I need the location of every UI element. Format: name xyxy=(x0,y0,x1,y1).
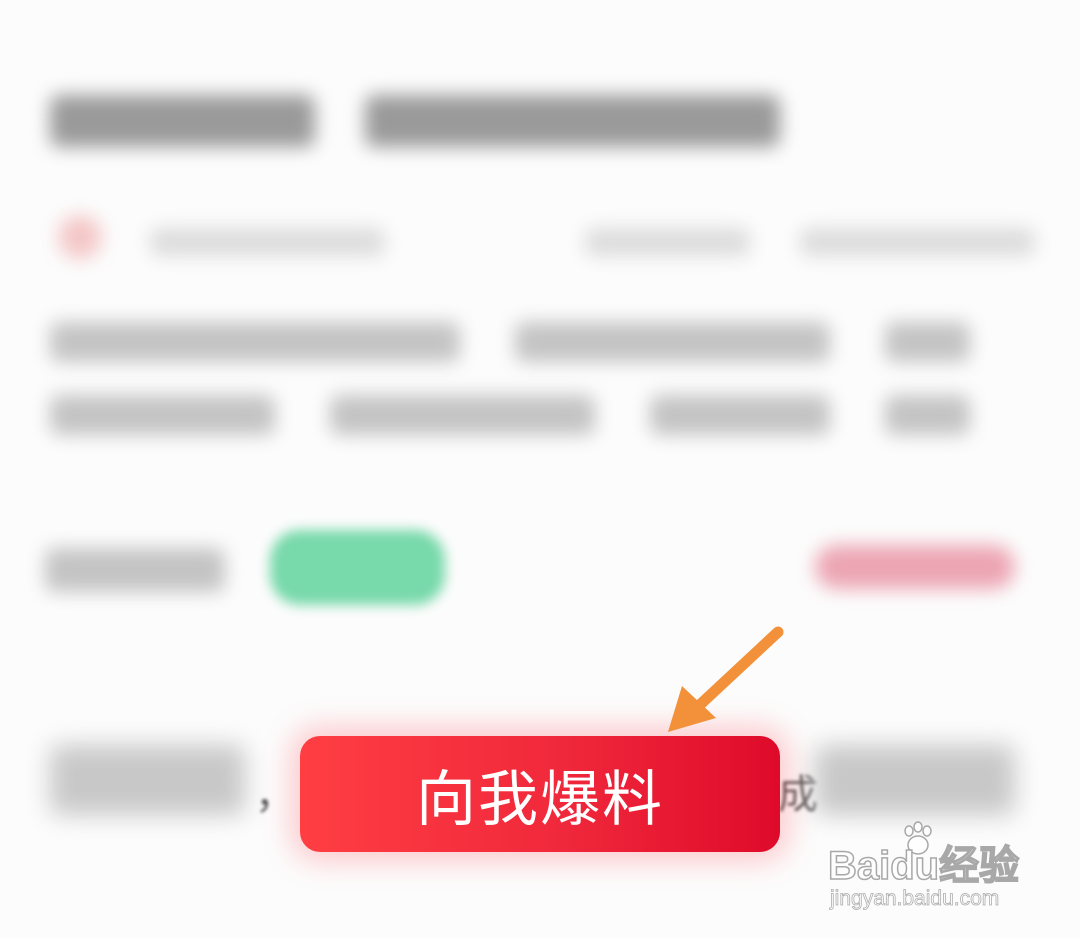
article-body-blurred xyxy=(885,395,970,435)
app-screen: ， 成 向我爆料 Baidu经验 jingyan.baidu.com xyxy=(0,0,1080,938)
watermark-url: jingyan.baidu.com xyxy=(830,887,1000,911)
text-pixelated xyxy=(50,745,245,815)
baidu-watermark: Baidu经验 jingyan.baidu.com xyxy=(827,815,1038,925)
article-meta-blurred xyxy=(800,228,1035,256)
article-body-blurred xyxy=(515,322,830,362)
author-name-blurred xyxy=(150,228,385,256)
article-title-blurred xyxy=(365,95,780,147)
author-avatar-blurred xyxy=(58,215,102,259)
arrow-pointer-icon xyxy=(668,626,784,732)
article-body-blurred xyxy=(650,395,830,435)
article-body-blurred xyxy=(50,322,460,362)
article-body-blurred xyxy=(50,395,275,435)
green-tag-blurred xyxy=(270,530,445,605)
article-title-blurred xyxy=(50,95,315,147)
article-body-blurred xyxy=(330,395,595,435)
text-pixelated xyxy=(815,745,1015,815)
watermark-brand: Baidu经验 xyxy=(827,843,1020,889)
report-tip-button[interactable]: 向我爆料 xyxy=(300,736,780,852)
text-fragment: ， xyxy=(255,772,295,818)
article-body-blurred xyxy=(885,322,970,362)
article-meta-blurred xyxy=(585,228,750,256)
text-fragment: 成 xyxy=(778,772,818,818)
pink-tag-blurred xyxy=(815,545,1015,589)
article-tag-blurred xyxy=(45,548,225,592)
